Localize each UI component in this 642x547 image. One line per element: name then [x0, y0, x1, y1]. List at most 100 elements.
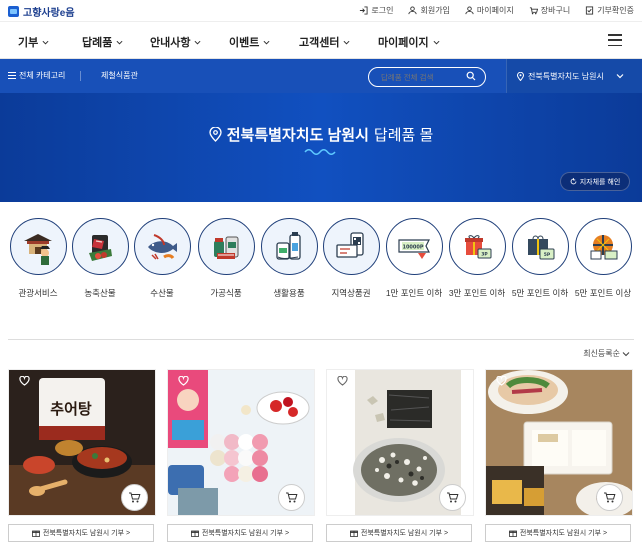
nav-support[interactable]: 고객센터 [299, 34, 350, 50]
category-label: 생활용품 [273, 288, 305, 298]
logo-text: 고향사랑e음 [23, 8, 75, 19]
signup-label: 회원가입 [420, 6, 450, 15]
fish-icon [133, 218, 191, 275]
present-icon [574, 218, 632, 275]
category-over-50000-points[interactable]: 5만 포인트 이상 [571, 218, 635, 299]
cart-icon [447, 492, 459, 503]
add-to-cart-button[interactable] [121, 484, 148, 511]
hero-banner: 전북특별자치도 남원시 답례품 몰 지자체를 해인 [0, 93, 642, 202]
chevron-down-icon [433, 40, 440, 45]
nav-event[interactable]: 이벤트 [229, 34, 270, 50]
login-icon [360, 6, 368, 15]
wave-decoration-icon [304, 149, 336, 155]
donate-button[interactable]: 전북특별자치도 남원시 기부 > [167, 524, 313, 542]
gift-icon [31, 530, 40, 537]
menu-icon [8, 72, 16, 79]
donation-certificate-label: 기부확인증 [597, 6, 634, 15]
nav-gifts[interactable]: 답례품 [82, 34, 123, 50]
section-divider [8, 339, 634, 340]
heart-icon[interactable] [337, 376, 348, 386]
category-daily-goods[interactable]: 생활용품 [257, 218, 321, 299]
nav-notice[interactable]: 안내사항 [150, 34, 201, 50]
product-card-rice-cake[interactable] [167, 369, 315, 516]
product-card-tofu-set[interactable] [485, 369, 633, 516]
category-under-30000-points[interactable]: 3P 3만 포인트 이하 [445, 218, 509, 299]
category-processed-food[interactable]: 가공식품 [194, 218, 258, 299]
cart-label: 장바구니 [540, 6, 571, 15]
category-list: 관광서비스 농축산물 수산물 가공식품 생활용품 지역상품권 10000P 1만… [0, 218, 642, 308]
category-label: 지역상품권 [331, 288, 371, 298]
local-voucher-icon [322, 218, 380, 275]
add-to-cart-button[interactable] [596, 484, 623, 511]
chevron-down-icon [194, 40, 201, 45]
heart-icon[interactable] [178, 376, 189, 386]
donate-button[interactable]: 전북특별자치도 남원시 기부 > [8, 524, 154, 542]
sort-dropdown[interactable]: 최신등록순 [583, 348, 630, 359]
region-selector[interactable]: 전북특별자치도 남원시 [506, 59, 642, 93]
site-logo[interactable]: 고향사랑e음 [8, 4, 75, 19]
all-categories-label: 전체 카테고리 [19, 71, 66, 80]
donate-label: 전북특별자치도 남원시 기부 > [201, 530, 290, 537]
category-label: 가공식품 [210, 288, 242, 298]
category-bar: 전체 카테고리 제철식품관 전북특별자치도 남원시 [0, 59, 642, 93]
donate-button[interactable]: 전북특별자치도 남원시 기부 > [326, 524, 472, 542]
person-icon [465, 6, 474, 15]
gift-icon [190, 530, 199, 537]
daily-goods-icon [260, 218, 318, 275]
nav-support-label: 고객센터 [299, 37, 340, 49]
donation-certificate-link[interactable]: 기부확인증 [585, 5, 634, 16]
category-label: 1만 포인트 이하 [385, 288, 443, 298]
category-label: 수산물 [150, 288, 174, 298]
search-icon[interactable] [466, 71, 476, 81]
add-to-cart-button[interactable] [439, 484, 466, 511]
category-tourism[interactable]: 관광서비스 [6, 218, 70, 299]
cart-link[interactable]: 장바구니 [529, 5, 570, 16]
nav-notice-label: 안내사항 [150, 37, 191, 49]
document-check-icon [586, 6, 594, 15]
svg-text:5P: 5P [544, 252, 551, 258]
hero-title-region: 전북특별자치도 남원시 [226, 127, 369, 144]
hamburger-menu-icon[interactable] [608, 34, 622, 46]
location-pin-icon [517, 71, 524, 81]
chevron-down-icon [616, 74, 624, 79]
change-region-button[interactable]: 지자체를 해인 [560, 172, 630, 191]
category-seafood[interactable]: 수산물 [130, 218, 194, 299]
change-region-label: 지자체를 해인 [579, 178, 621, 186]
chevron-down-icon [263, 40, 270, 45]
processed-food-icon [197, 218, 255, 275]
chevron-down-icon [343, 40, 350, 45]
gift-icon [349, 530, 358, 537]
category-under-50000-points[interactable]: 5P 5만 포인트 이하 [508, 218, 572, 299]
gift-icon: 3P [448, 218, 506, 275]
category-local-voucher[interactable]: 지역상품권 [319, 218, 383, 299]
heart-icon[interactable] [19, 376, 30, 386]
region-label: 전북특별자치도 남원시 [528, 71, 604, 81]
nav-mypage[interactable]: 마이페이지 [378, 34, 440, 50]
chevron-down-icon [622, 351, 630, 356]
all-categories-button[interactable]: 전체 카테고리 [8, 70, 65, 81]
nav-donate[interactable]: 기부 [18, 34, 49, 50]
utility-bar: 고향사랑e음 로그인 회원가입 마이페이지 장바구니 기부확인증 [0, 0, 642, 22]
product-card-seaweed-snack[interactable] [326, 369, 474, 516]
login-link[interactable]: 로그인 [359, 5, 393, 16]
category-label: 관광서비스 [18, 288, 58, 298]
product-card-chueotang[interactable]: 추어탕 [8, 369, 156, 516]
donate-label: 전북특별자치도 남원시 기부 > [42, 530, 131, 537]
sort-label: 최신등록순 [583, 349, 620, 358]
seasonal-food-link[interactable]: 제철식품관 [101, 70, 138, 81]
cart-icon [129, 492, 141, 503]
heart-icon[interactable] [496, 376, 507, 386]
category-label: 5만 포인트 이상 [574, 288, 632, 298]
signup-link[interactable]: 회원가입 [408, 5, 450, 16]
mypage-link[interactable]: 마이페이지 [465, 5, 514, 16]
nav-donate-label: 기부 [18, 37, 39, 49]
cart-icon [286, 492, 298, 503]
category-agriculture[interactable]: 농축산물 [68, 218, 132, 299]
category-label: 3만 포인트 이하 [448, 288, 506, 298]
category-label: 농축산물 [84, 288, 116, 298]
add-to-cart-button[interactable] [278, 484, 305, 511]
nav-event-label: 이벤트 [229, 37, 260, 49]
donate-button[interactable]: 전북특별자치도 남원시 기부 > [485, 524, 631, 542]
meat-icon [71, 218, 129, 275]
category-under-10000-points[interactable]: 10000P 1만 포인트 이하 [382, 218, 446, 299]
